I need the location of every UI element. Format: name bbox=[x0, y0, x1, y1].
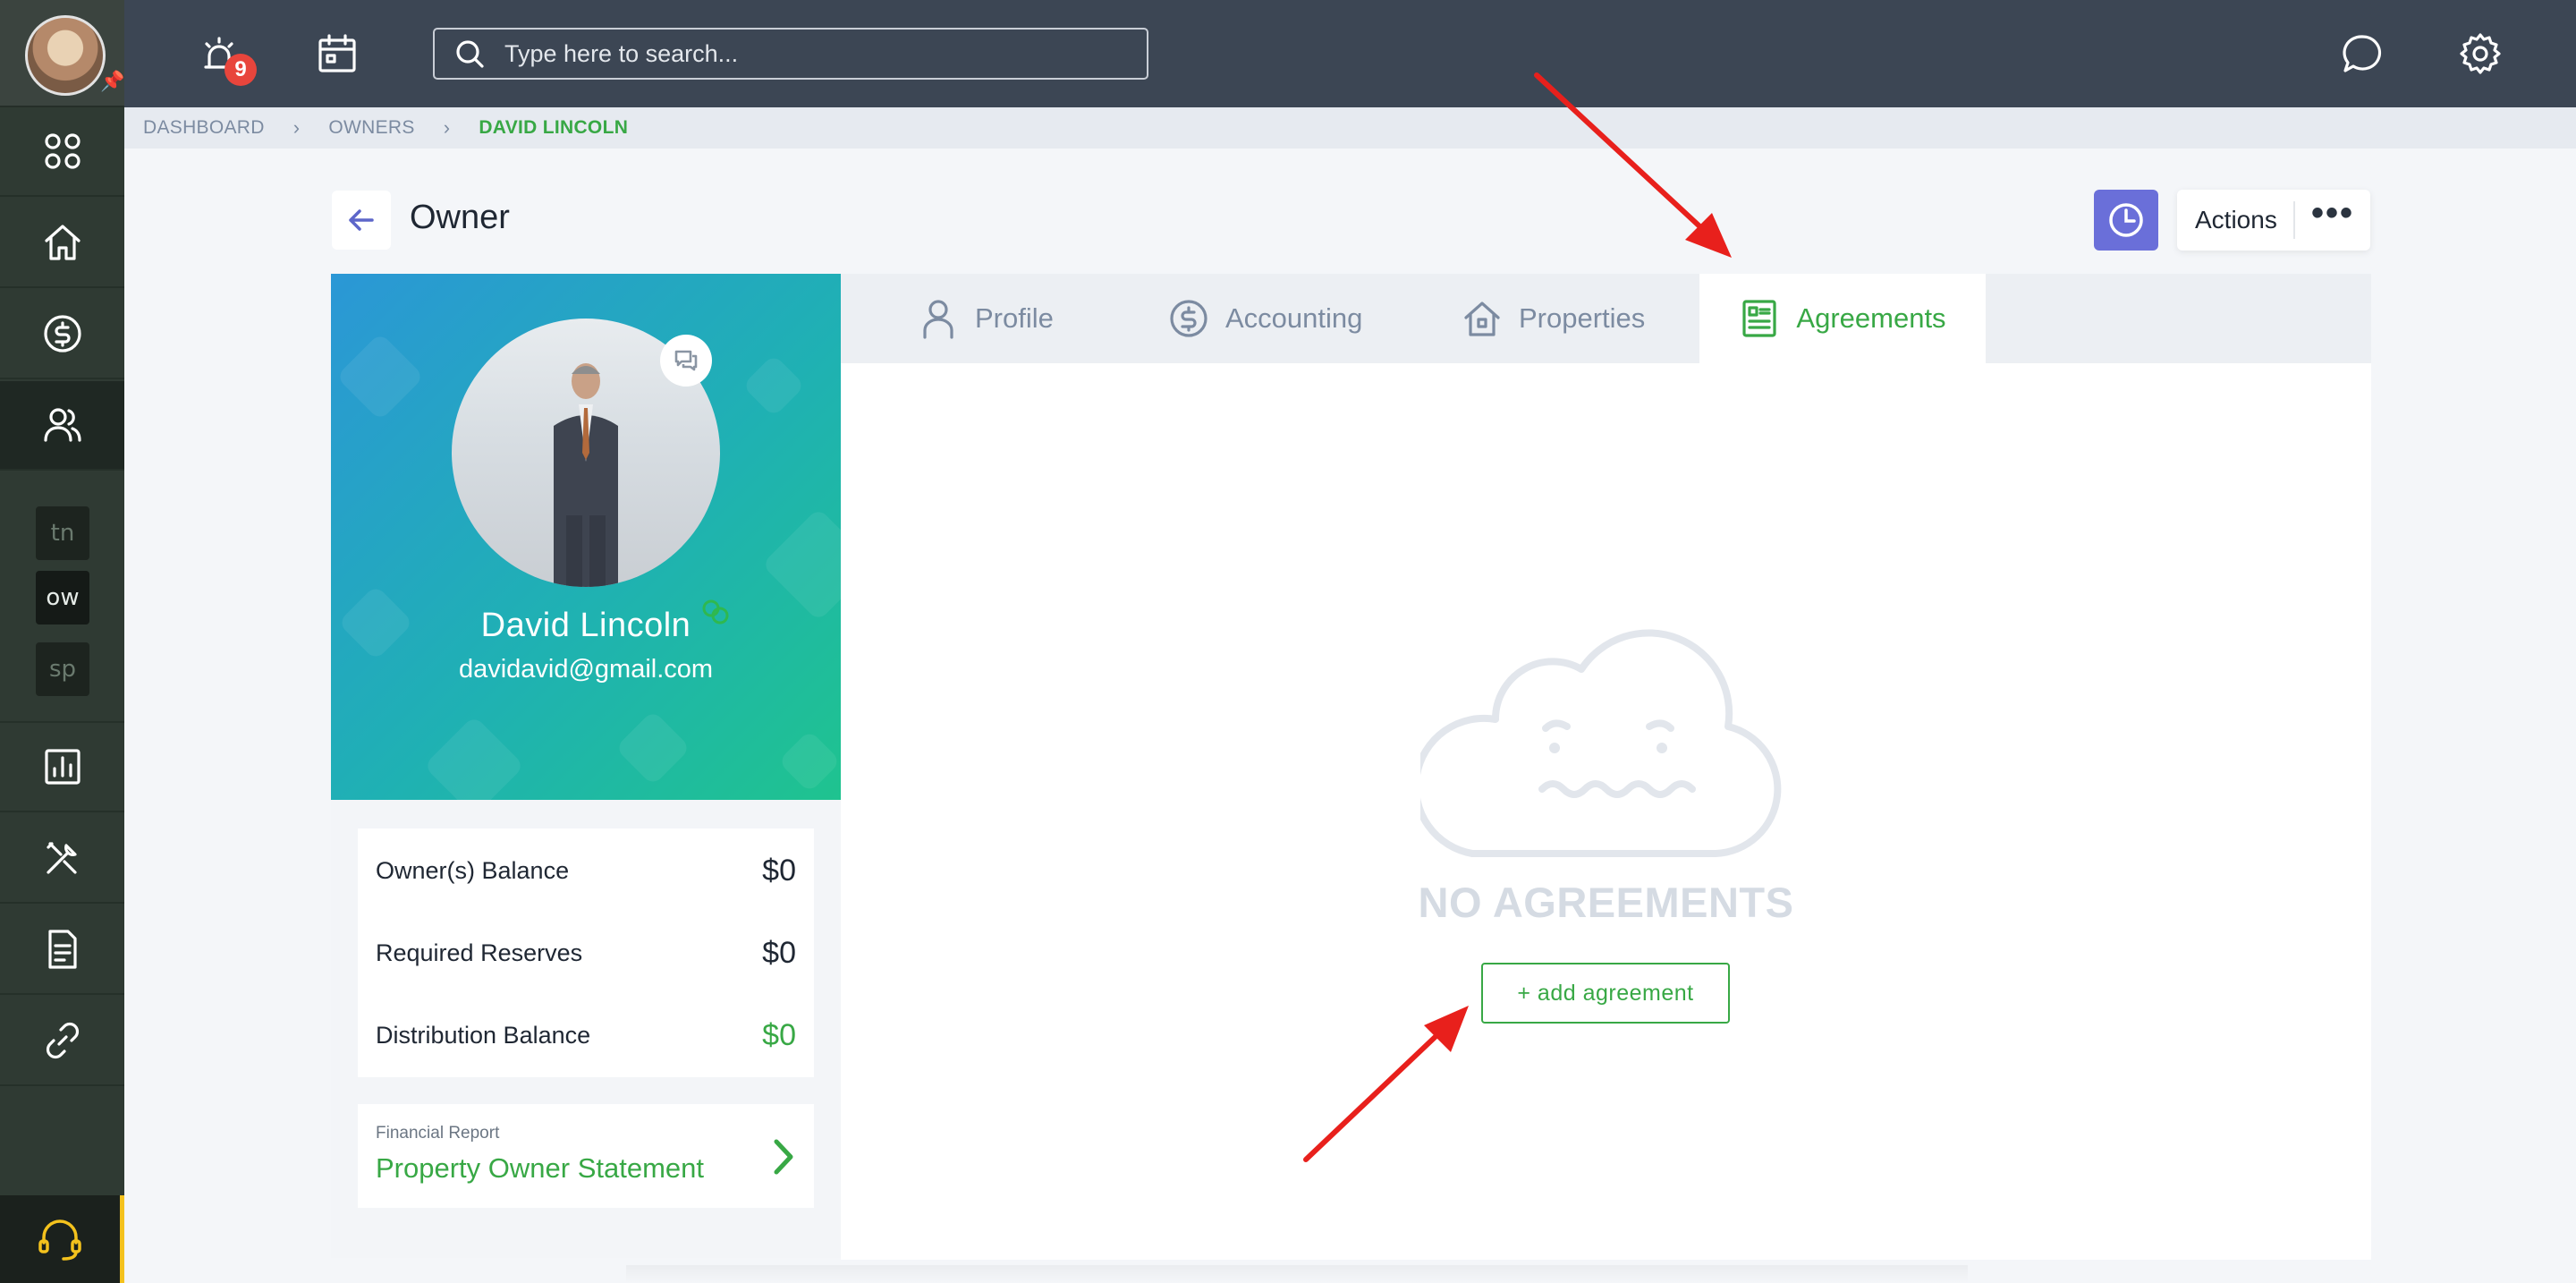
apps-grid-icon bbox=[44, 133, 80, 169]
search-input[interactable] bbox=[504, 39, 1131, 68]
calendar-button[interactable] bbox=[310, 27, 364, 81]
document-icon bbox=[47, 930, 77, 969]
headset-icon bbox=[38, 1219, 81, 1261]
balance-label: Owner(s) Balance bbox=[376, 856, 570, 884]
sidebar-item-accounting[interactable] bbox=[0, 290, 124, 379]
user-avatar[interactable] bbox=[25, 15, 106, 96]
tab-accounting[interactable]: Accounting bbox=[1168, 274, 1362, 363]
hero-decoration bbox=[761, 507, 841, 622]
page-title: Owner bbox=[410, 199, 510, 236]
notification-badge: 9 bbox=[225, 54, 257, 86]
tab-agreements[interactable]: Agreements bbox=[1699, 274, 1986, 363]
dollar-circle-icon bbox=[43, 315, 81, 353]
back-button[interactable] bbox=[332, 191, 391, 250]
sidebar-item-links[interactable] bbox=[0, 997, 124, 1086]
document-list-icon bbox=[1742, 300, 1777, 337]
report-caption: Financial Report bbox=[376, 1124, 500, 1143]
sad-cloud-icon bbox=[1411, 614, 1796, 864]
shortcut-tn[interactable]: tn bbox=[36, 506, 89, 560]
sidebar-item-maintenance[interactable] bbox=[0, 814, 124, 904]
sidebar-shortcuts: tn ow sp bbox=[0, 494, 124, 723]
balance-value: $0 bbox=[762, 935, 796, 970]
sidebar-item-reports[interactable] bbox=[0, 723, 124, 812]
balance-value: $0 bbox=[762, 853, 796, 888]
breadcrumb: DASHBOARD › OWNERS › DAVID LINCOLN bbox=[124, 107, 2576, 149]
pin-icon[interactable]: 📌 bbox=[100, 70, 124, 93]
tab-label: Profile bbox=[975, 302, 1054, 334]
more-options-icon[interactable]: ••• bbox=[2295, 195, 2354, 231]
breadcrumb-owners[interactable]: OWNERS bbox=[328, 117, 414, 139]
shortcut-sp[interactable]: sp bbox=[36, 642, 89, 696]
tab-label: Properties bbox=[1519, 302, 1646, 334]
financial-report-link[interactable]: Financial Report Property Owner Statemen… bbox=[358, 1104, 814, 1208]
sidebar-item-documents[interactable] bbox=[0, 905, 124, 995]
search-bar[interactable] bbox=[433, 28, 1148, 80]
hero-decoration bbox=[777, 729, 841, 794]
breadcrumb-separator-icon: › bbox=[292, 116, 301, 139]
tab-profile[interactable]: Profile bbox=[918, 274, 1054, 363]
add-agreement-button[interactable]: + add agreement bbox=[1481, 963, 1730, 1024]
history-button[interactable] bbox=[2094, 190, 2158, 251]
sidebar-item-people[interactable] bbox=[0, 381, 124, 471]
owner-name: David Lincoln bbox=[480, 607, 691, 644]
gear-icon bbox=[2460, 33, 2501, 74]
chevron-right-icon[interactable] bbox=[766, 1134, 801, 1179]
balance-row: Distribution Balance $0 bbox=[376, 1013, 796, 1058]
chat-icon bbox=[674, 350, 698, 371]
breadcrumb-separator-icon: › bbox=[443, 116, 451, 139]
tab-properties[interactable]: Properties bbox=[1462, 274, 1645, 363]
shortcut-ow[interactable]: ow bbox=[36, 571, 89, 625]
hero-decoration bbox=[423, 715, 525, 800]
tabs-bar: Profile Accounting Properties Agreements bbox=[841, 274, 2371, 363]
balance-row: Required Reserves $0 bbox=[376, 930, 796, 975]
tools-icon bbox=[46, 842, 77, 874]
sidebar-item-apps[interactable] bbox=[0, 107, 124, 197]
owner-profile-card: David Lincoln davidavid@gmail.com Owner(… bbox=[331, 274, 841, 1258]
bar-chart-icon bbox=[44, 749, 80, 785]
support-button[interactable] bbox=[0, 1195, 124, 1283]
tab-label: Accounting bbox=[1225, 302, 1363, 334]
owner-email[interactable]: davidavid@gmail.com bbox=[331, 655, 841, 684]
house-icon bbox=[1464, 302, 1500, 336]
report-title[interactable]: Property Owner Statement bbox=[376, 1152, 704, 1185]
profile-hero: David Lincoln davidavid@gmail.com bbox=[331, 274, 841, 800]
left-sidebar: 📌 tn ow sp bbox=[0, 0, 124, 1283]
breadcrumb-dashboard[interactable]: DASHBOARD bbox=[143, 117, 265, 139]
clock-icon bbox=[2109, 203, 2143, 237]
panel-shadow bbox=[626, 1265, 1968, 1283]
owner-details-panel: Profile Accounting Properties Agreements… bbox=[841, 274, 2371, 1260]
sidebar-user-area: 📌 bbox=[0, 0, 124, 107]
message-owner-button[interactable] bbox=[660, 335, 712, 387]
owner-portrait bbox=[554, 363, 618, 587]
users-icon bbox=[43, 408, 81, 442]
link-icon bbox=[46, 1022, 79, 1059]
balance-label: Distribution Balance bbox=[376, 1021, 591, 1049]
home-icon bbox=[44, 225, 80, 260]
top-bar: 9 bbox=[124, 0, 2576, 107]
chat-button[interactable] bbox=[2335, 27, 2389, 81]
actions-label[interactable]: Actions bbox=[2177, 206, 2293, 234]
balance-label: Required Reserves bbox=[376, 939, 583, 966]
empty-state-title: NO AGREEMENTS bbox=[1418, 879, 1794, 926]
hero-decoration bbox=[335, 332, 425, 421]
balance-row: Owner(s) Balance $0 bbox=[376, 848, 796, 893]
search-icon bbox=[456, 40, 484, 68]
balance-summary: Owner(s) Balance $0 Required Reserves $0… bbox=[358, 828, 814, 1077]
balance-value: $0 bbox=[762, 1017, 796, 1052]
hero-decoration bbox=[614, 709, 691, 786]
user-icon bbox=[923, 300, 953, 339]
tab-label: Agreements bbox=[1796, 302, 1946, 334]
dollar-circle-icon bbox=[1170, 300, 1208, 337]
chat-bubble-icon bbox=[2343, 35, 2382, 72]
arrow-left-icon bbox=[349, 209, 374, 231]
settings-button[interactable] bbox=[2453, 27, 2507, 81]
calendar-icon bbox=[318, 34, 356, 72]
hero-decoration bbox=[741, 353, 806, 418]
actions-menu[interactable]: Actions ••• bbox=[2177, 190, 2370, 251]
breadcrumb-current: DAVID LINCOLN bbox=[479, 117, 629, 138]
sidebar-item-home[interactable] bbox=[0, 199, 124, 288]
